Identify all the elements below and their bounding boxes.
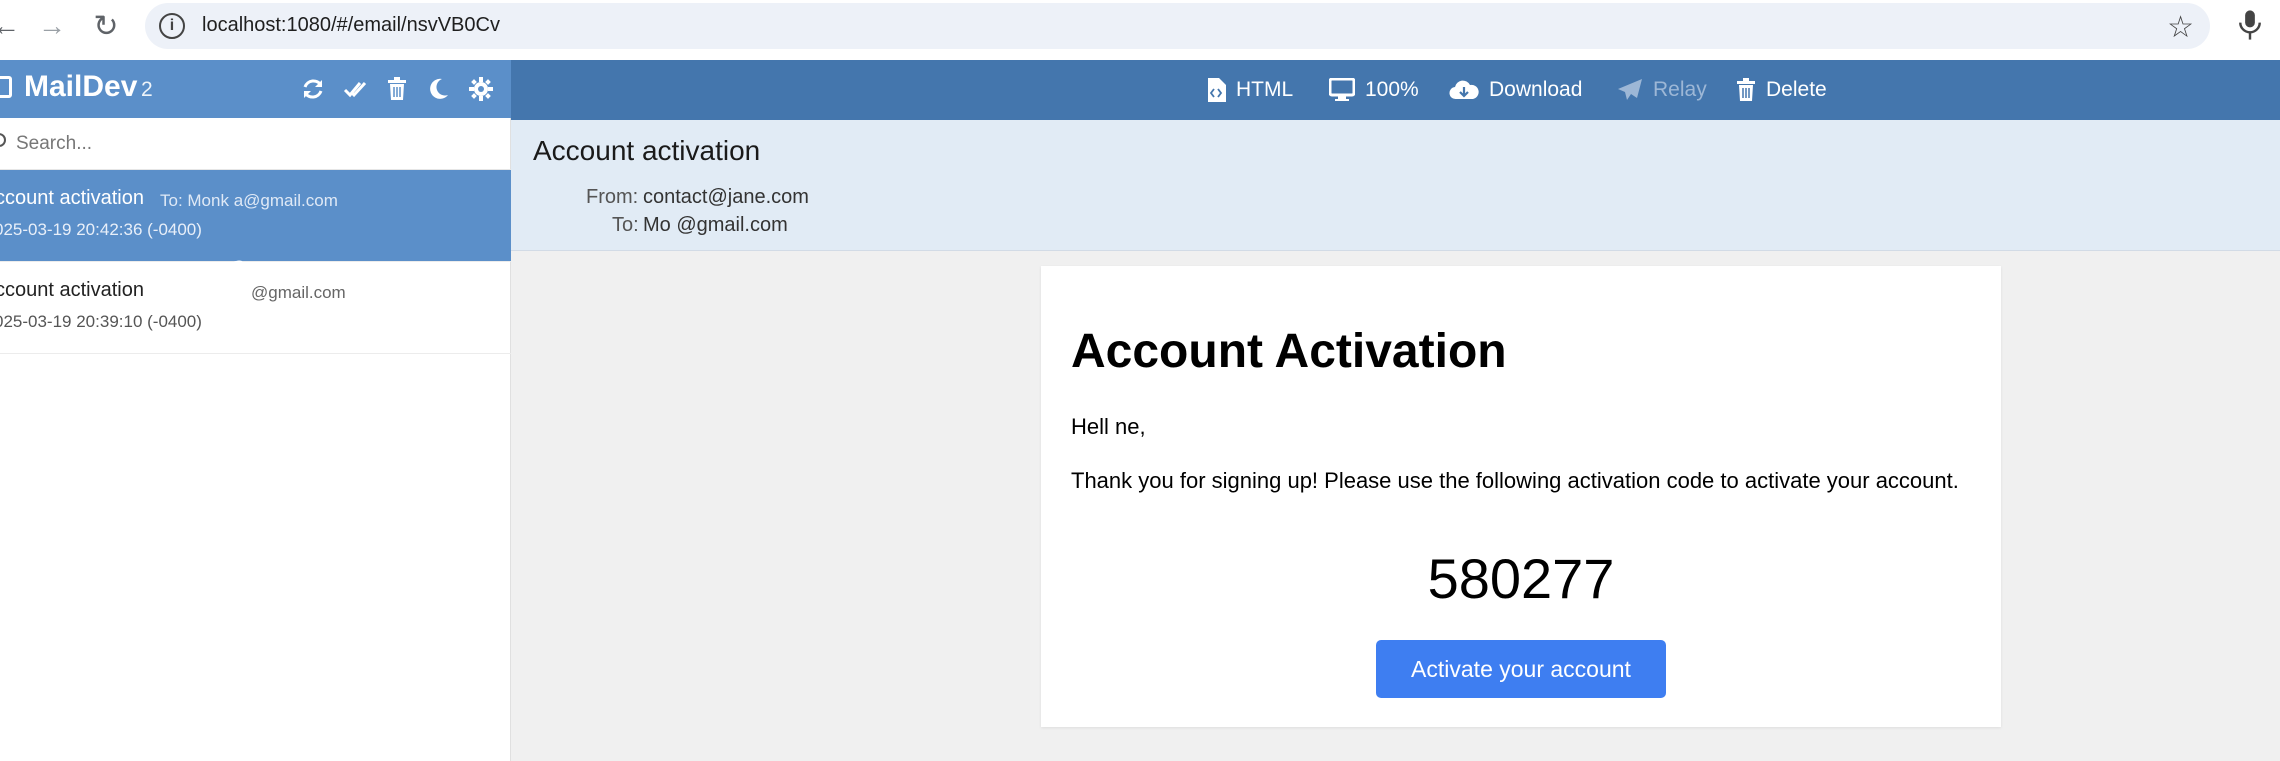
email-subject: ccount activation [0,279,144,301]
html-label: HTML [1236,78,1294,101]
email-header: Account activation From: contact@jane.co… [511,120,2280,251]
url-text[interactable]: localhost:1080/#/email/nsvVB0Cv [202,14,500,37]
browser-toolbar: ← → ↻ i localhost:1080/#/email/nsvVB0Cv … [0,0,2280,60]
download-label: Download [1489,78,1583,101]
email-subject-heading: Account activation [533,135,761,166]
email-recipient: @gmail.com [251,283,346,302]
brand-title[interactable]: MailDev [24,70,137,104]
message-greeting: Hell ne, [1071,414,1146,439]
email-subject: ccount activation [0,187,144,209]
site-info-icon[interactable]: i [159,13,185,39]
from-label: From: [586,186,639,208]
to-label: To: [612,214,639,236]
bookmark-star-icon[interactable]: ☆ [2167,10,2194,45]
address-bar[interactable]: i localhost:1080/#/email/nsvVB0Cv ☆ [145,3,2210,49]
zoom-label: 100% [1365,78,1419,101]
back-button[interactable]: ← [0,6,26,46]
email-count: 2 [141,78,153,101]
from-address: contact@jane.com [643,186,809,208]
relay-button[interactable]: Relay [1617,75,1707,105]
activation-code: 580277 [1427,547,1615,610]
delete-label: Delete [1766,78,1827,101]
relay-label: Relay [1653,78,1707,101]
email-toolbar: HTML 100% Download Relay Delete [511,60,2280,120]
sidebar-header: MailDev 2 [0,60,511,118]
trash-icon [1736,78,1756,102]
download-button[interactable]: Download [1449,75,1582,105]
paper-plane-icon [1617,78,1643,102]
search-input[interactable] [16,128,496,160]
zoom-button[interactable]: 100% [1329,75,1419,105]
monitor-icon [1329,78,1355,102]
email-recipient: To: Monk a@gmail.com [160,191,338,210]
email-preview: Account Activation Hell ne, Thank you fo… [511,251,2280,761]
message-card: Account Activation Hell ne, Thank you fo… [1041,266,2001,727]
to-address: Mo @gmail.com [643,214,788,236]
activate-account-button[interactable]: Activate your account [1376,640,1666,698]
cloud-download-icon [1449,79,1479,101]
html-button[interactable]: HTML [1206,75,1293,105]
refresh-icon[interactable] [298,74,328,104]
microphone-icon[interactable] [2235,8,2265,42]
email-date: 025-03-19 20:42:36 (-0400) [0,220,202,239]
email-list-item[interactable]: ccount activation To: Monk a@gmail.com 0… [0,170,511,262]
reload-button[interactable]: ↻ [86,6,126,46]
maildev-logo-icon [0,76,12,98]
forward-button[interactable]: → [32,6,72,46]
mark-all-read-icon[interactable] [340,74,370,104]
gear-icon[interactable] [466,74,496,104]
email-list-item[interactable]: ccount activation @gmail.com 025-03-19 2… [0,262,511,354]
search-icon [0,133,6,147]
message-body: Thank you for signing up! Please use the… [1071,468,1959,493]
sidebar: MailDev 2 ccount activation To: Monk a@g… [0,60,511,761]
code-file-icon [1206,78,1226,102]
moon-icon[interactable] [424,74,454,104]
message-title: Account Activation [1071,325,1507,378]
trash-icon[interactable] [382,74,412,104]
search-bar [0,118,511,170]
mouse-cursor-icon [224,260,248,275]
delete-button[interactable]: Delete [1736,75,1827,105]
email-date: 025-03-19 20:39:10 (-0400) [0,312,202,331]
